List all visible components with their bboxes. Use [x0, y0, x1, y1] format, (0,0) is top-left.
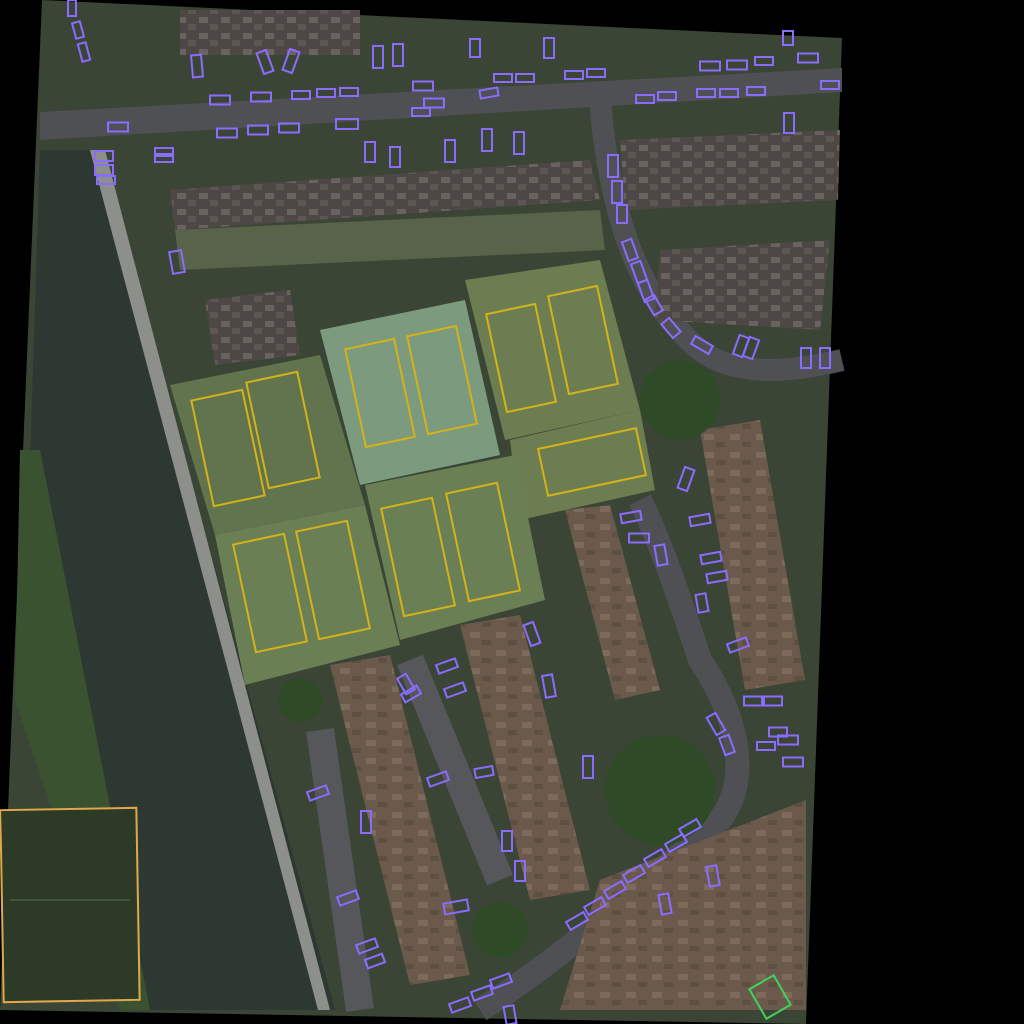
houses-north — [180, 10, 360, 55]
houses-east-1 — [620, 130, 840, 210]
imagery — [0, 0, 845, 1024]
clubhouse — [205, 290, 300, 365]
tree-cluster — [640, 360, 720, 440]
houses-east-2 — [655, 240, 830, 330]
football-pitch-surface — [2, 808, 140, 1002]
tree-cluster — [472, 902, 528, 958]
aerial-map — [0, 0, 1024, 1024]
map-canvas — [0, 0, 845, 1024]
tree-cluster — [278, 678, 322, 722]
